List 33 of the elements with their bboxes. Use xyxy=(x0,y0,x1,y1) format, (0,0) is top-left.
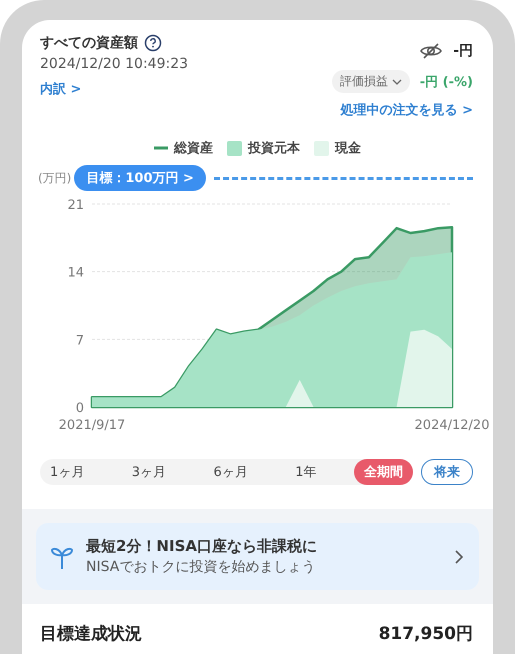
period-tab[interactable]: 1ヶ月 xyxy=(40,459,94,485)
goal-remaining-amount: 817,950円 xyxy=(378,623,473,645)
timestamp: 2024/12/20 10:49:23 xyxy=(40,56,188,72)
legend-label: 総資産 xyxy=(174,140,213,157)
x-tick-label: 2024/12/20 xyxy=(414,418,490,433)
unit-label: (万円) xyxy=(38,170,72,186)
eye-off-icon[interactable] xyxy=(419,42,444,60)
y-tick-label: 14 xyxy=(67,266,84,281)
help-icon[interactable] xyxy=(144,34,162,52)
period-tab[interactable]: 全期間 xyxy=(354,459,413,485)
period-tab[interactable]: 1年 xyxy=(285,459,327,485)
y-tick-label: 21 xyxy=(67,198,84,213)
y-tick-label: 7 xyxy=(76,333,84,348)
profit-dropdown[interactable]: 評価損益 xyxy=(332,70,410,93)
chevron-right-icon xyxy=(455,550,463,564)
legend-label: 投資元本 xyxy=(248,140,300,157)
goal-status-title: 目標達成状況 xyxy=(40,623,142,645)
assets-title: すべての資産額 xyxy=(40,34,138,52)
period-tab[interactable]: 3ヶ月 xyxy=(122,459,176,485)
chevron-down-icon xyxy=(392,78,402,84)
nisa-banner[interactable]: 最短2分！NISA口座なら非課税に NISAでおトクに投資を始めましょう xyxy=(36,523,479,590)
breakdown-link[interactable]: 内訳 > xyxy=(40,80,82,98)
y-tick-label: 0 xyxy=(76,401,84,416)
total-amount: -円 xyxy=(453,42,473,60)
banner-title: 最短2分！NISA口座なら非課税に xyxy=(86,537,318,556)
future-button[interactable]: 将来 xyxy=(421,459,473,485)
profit-value: -円 (-%) xyxy=(420,74,473,90)
period-tab[interactable]: 6ヶ月 xyxy=(204,459,258,485)
x-tick-label: 2021/9/17 xyxy=(58,418,126,433)
banner-subtitle: NISAでおトクに投資を始めましょう xyxy=(86,558,316,576)
goal-badge[interactable]: 目標：100万円 > xyxy=(74,165,206,191)
pending-orders-link[interactable]: 処理中の注文を見る > xyxy=(340,101,473,119)
legend-label: 現金 xyxy=(335,140,361,157)
